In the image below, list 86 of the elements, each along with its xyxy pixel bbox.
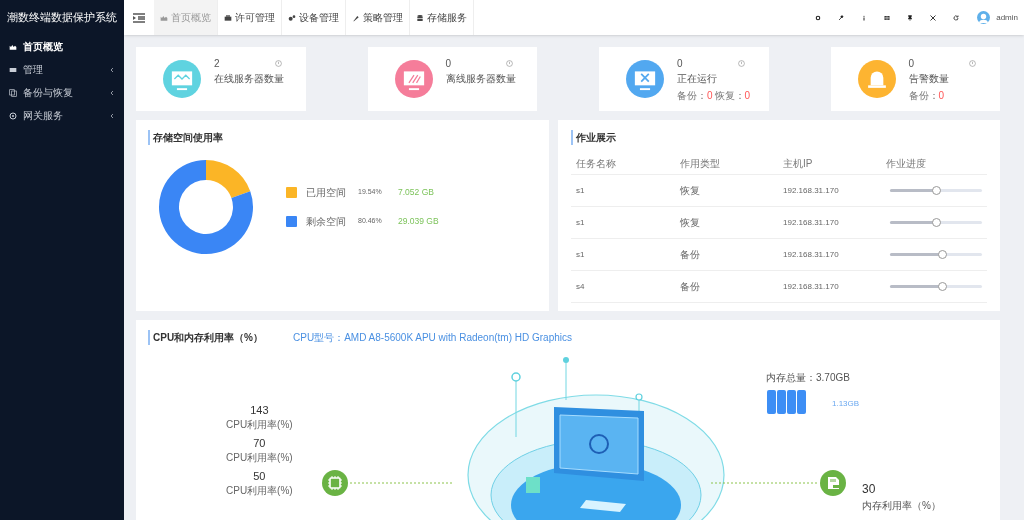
database-icon: [416, 13, 424, 22]
sidebar-item[interactable]: 网关服务: [0, 104, 124, 127]
cpu-usage-value: 70: [253, 436, 266, 450]
cpu-usage-label: CPU利用率(%): [226, 484, 293, 498]
progress-slider[interactable]: [890, 221, 982, 224]
sidebar-item[interactable]: 管理: [0, 58, 124, 81]
memory-total-text: 内存总量：3.70GB: [766, 371, 850, 385]
sub-value: 0: [707, 89, 713, 103]
user-name[interactable]: admin: [996, 11, 1018, 24]
slider-thumb[interactable]: [932, 186, 941, 195]
pen-icon: [352, 13, 360, 22]
chevron-icon: [109, 112, 115, 119]
info-icon: [969, 60, 976, 67]
legend-label: 剩余空间: [306, 215, 347, 229]
chart-icon: [9, 42, 17, 51]
table-cell-text: 备份: [680, 280, 701, 294]
info-icon: [274, 60, 282, 67]
stat-label: 正在运行: [677, 72, 718, 86]
nav-tab[interactable]: 策略管理: [346, 0, 410, 35]
menu-icon[interactable]: [133, 12, 145, 23]
cpu-model-text: CPU型号：AMD A8-5600K APU with Radeon(tm) HD Graphics: [293, 331, 572, 345]
slider-thumb[interactable]: [932, 218, 941, 227]
sub-label: 备份：: [908, 89, 939, 103]
table-cell-text: s1: [576, 184, 586, 197]
copy-icon: [9, 88, 17, 97]
globe-icon: [9, 111, 17, 120]
table-cell-text: 192.168.31.170: [783, 280, 840, 293]
memory-usage-label: 内存利用率（%）: [862, 499, 941, 513]
cpu-usage-value: 143: [250, 403, 269, 417]
stat-label: 在线服务器数量: [214, 72, 284, 86]
slider-thumb[interactable]: [937, 282, 947, 291]
progress-slider[interactable]: [890, 189, 982, 192]
nav-tab[interactable]: 存储服务: [410, 0, 474, 35]
legend-size: 7.052 GB: [398, 186, 434, 199]
slider-thumb[interactable]: [937, 250, 947, 259]
table-cell-text: s1: [576, 248, 586, 261]
sub-label: 恢复：: [714, 89, 745, 103]
stat-label: 告警数量: [908, 72, 949, 86]
legend-label: 已用空间: [306, 186, 347, 200]
table-cell-text: 192.168.31.170: [783, 248, 840, 261]
chevron-icon: [109, 66, 115, 73]
table-cell-text: 192.168.31.170: [783, 216, 840, 229]
nav-tab[interactable]: 设备管理: [282, 0, 346, 35]
card-title: CPU和内存利用率（%）: [148, 330, 263, 345]
nav-tab[interactable]: 许可管理: [218, 0, 282, 35]
stat-value: 0: [677, 58, 683, 70]
sidebar-item[interactable]: 备份与恢复: [0, 81, 124, 104]
table-cell-text: 192.168.31.170: [783, 184, 840, 197]
table-cell-text: 备份: [680, 248, 701, 262]
legend-size: 29.039 GB: [398, 215, 439, 228]
card-title: 存储空间使用率: [148, 130, 223, 145]
progress-slider[interactable]: [890, 285, 982, 288]
app-title: 潮数终端数据保护系统: [6, 10, 118, 26]
cpu-chip-icon: [322, 470, 348, 496]
sub-label: 备份：: [677, 89, 707, 103]
column-header: 任务名称: [576, 157, 617, 171]
cpu-usage-value: 50: [253, 469, 266, 483]
progress-slider[interactable]: [890, 253, 982, 256]
column-header: 作业进度: [886, 157, 927, 171]
table-cell-text: s4: [576, 280, 586, 293]
column-header: 主机IP: [783, 157, 814, 171]
cpu-usage-label: CPU利用率(%): [226, 418, 293, 432]
stat-value: 0: [445, 58, 452, 70]
sub-value: 0: [938, 89, 945, 103]
stat-value: 2: [214, 58, 220, 70]
memory-bars-icon: [767, 390, 806, 414]
cpu-usage-label: CPU利用率(%): [226, 451, 293, 465]
briefcase-icon: [224, 13, 232, 22]
stat-value: 0: [908, 58, 915, 70]
table-cell-text: s1: [576, 216, 586, 229]
column-header: 作用类型: [680, 157, 721, 171]
chevron-icon: [109, 89, 115, 96]
chart-icon: [160, 13, 168, 22]
avatar-icon[interactable]: [977, 11, 991, 24]
gears-icon: [288, 13, 296, 22]
table-cell-text: 恢复: [680, 184, 701, 198]
info-icon: [737, 60, 745, 67]
memory-card-icon: [820, 470, 846, 496]
card-title: 作业展示: [571, 130, 616, 145]
memory-used-text: 1.13GB: [832, 398, 860, 410]
stat-label: 离线服务器数量: [445, 72, 516, 86]
sub-value: 0: [744, 89, 751, 103]
info-icon: [506, 60, 513, 67]
sidebar-item[interactable]: 首页概览: [0, 35, 124, 58]
table-cell-text: 恢复: [680, 216, 701, 230]
memory-usage-value: 30: [862, 481, 876, 498]
